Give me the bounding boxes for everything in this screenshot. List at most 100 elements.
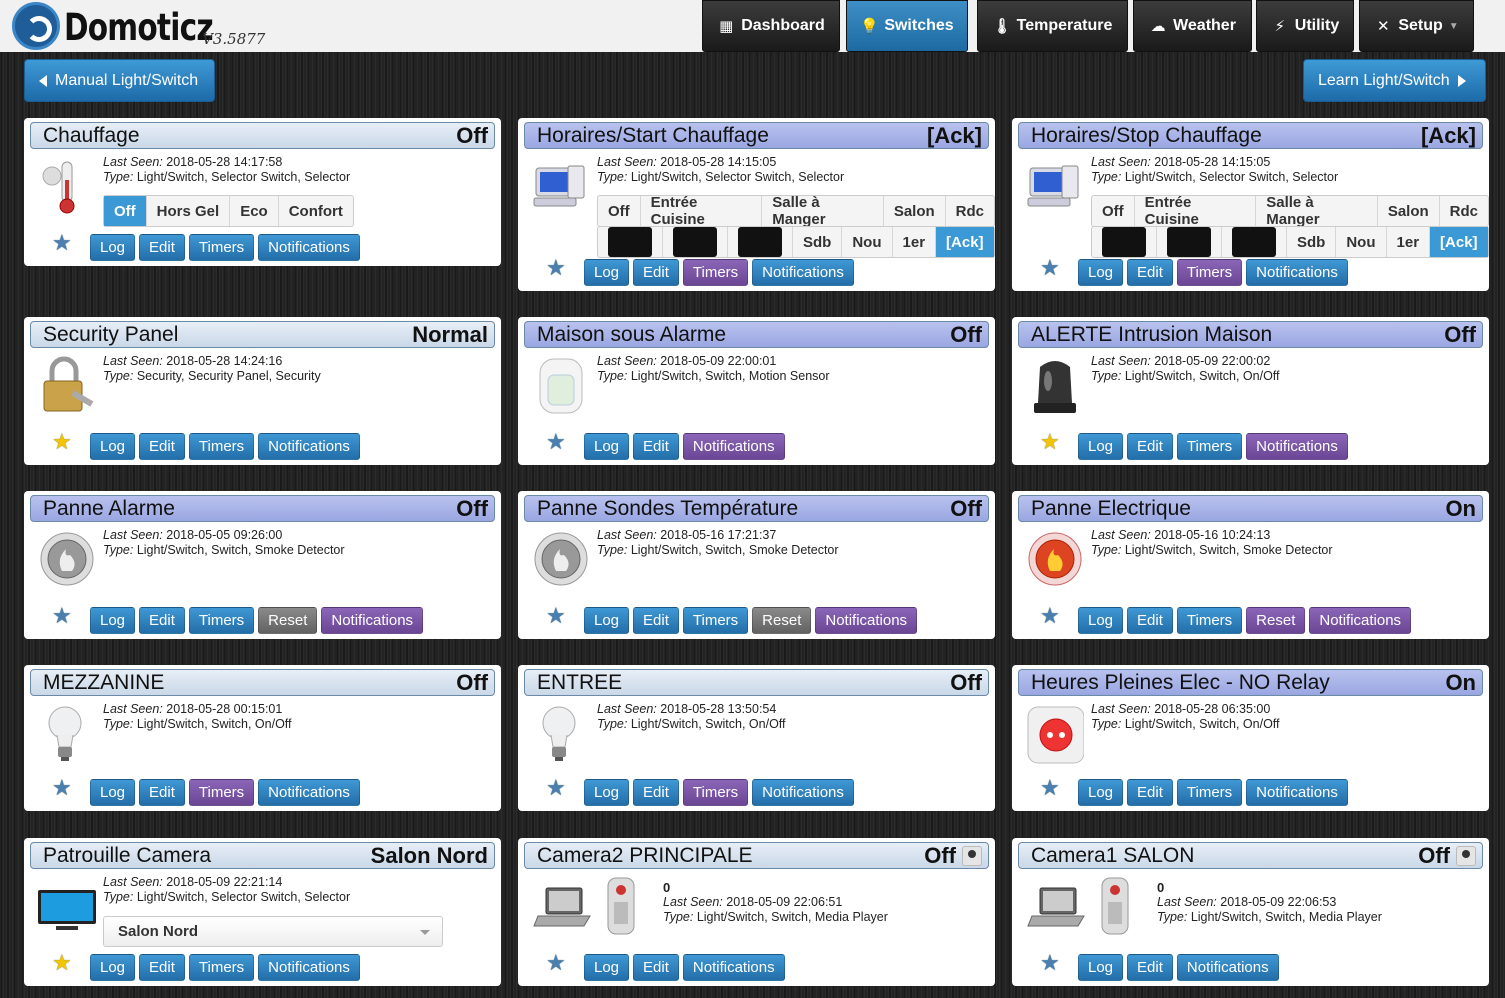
reset-button[interactable]: Reset — [258, 607, 318, 634]
notifications-button[interactable]: Notifications — [258, 779, 360, 806]
favorite-star-icon[interactable]: ★ — [52, 429, 72, 455]
favorite-star-icon[interactable]: ★ — [546, 950, 566, 976]
edit-button[interactable]: Edit — [139, 433, 185, 460]
camera-icon[interactable] — [962, 845, 982, 866]
timers-button[interactable]: Timers — [188, 234, 255, 261]
selector-option[interactable]: Eco — [230, 196, 279, 226]
smoke-detector-on-icon[interactable] — [1026, 529, 1084, 591]
selector-option[interactable]: Salon — [1378, 196, 1440, 226]
nav-weather[interactable]: ☁ Weather — [1133, 0, 1252, 52]
favorite-star-icon[interactable]: ★ — [1040, 429, 1060, 455]
lightbulb-icon[interactable] — [38, 703, 96, 765]
log-button[interactable]: Log — [90, 779, 136, 806]
log-button[interactable]: Log — [584, 607, 630, 634]
notifications-button[interactable]: Notifications — [1246, 433, 1348, 460]
device-status[interactable]: Off — [924, 843, 956, 869]
selector-option[interactable]: Off — [104, 196, 147, 226]
nav-temperature[interactable]: 🌡 Temperature — [977, 0, 1128, 52]
selector-option[interactable]: 1er — [1387, 227, 1431, 257]
timers-button[interactable]: Timers — [188, 779, 255, 806]
log-button[interactable]: Log — [584, 433, 630, 460]
edit-button[interactable]: Edit — [1127, 433, 1173, 460]
device-status[interactable]: On — [1445, 496, 1476, 522]
selector-option[interactable]: Nou — [1336, 227, 1387, 257]
selector-option[interactable]: Salon — [884, 196, 946, 226]
edit-button[interactable]: Edit — [633, 259, 679, 286]
notifications-button[interactable]: Notifications — [1309, 607, 1412, 634]
notifications-button[interactable]: Notifications — [1176, 954, 1279, 981]
smoke-detector-icon[interactable] — [38, 529, 96, 591]
device-status[interactable]: Off — [950, 670, 982, 696]
edit-button[interactable]: Edit — [1127, 954, 1173, 981]
edit-button[interactable]: Edit — [139, 954, 185, 981]
notifications-button[interactable]: Notifications — [815, 607, 918, 634]
favorite-star-icon[interactable]: ★ — [546, 429, 566, 455]
selector-option[interactable]: Off — [598, 196, 641, 226]
selector-option[interactable]: Entrée Cuisine — [641, 194, 763, 228]
edit-button[interactable]: Edit — [633, 954, 679, 981]
notifications-button[interactable]: Notifications — [752, 779, 854, 806]
device-status[interactable]: Off — [456, 123, 488, 149]
selector-option[interactable]: Nou — [842, 227, 893, 257]
device-status[interactable]: Off — [456, 496, 488, 522]
favorite-star-icon[interactable]: ★ — [52, 603, 72, 629]
edit-button[interactable]: Edit — [139, 607, 185, 634]
computer-icon[interactable] — [1026, 156, 1084, 218]
notifications-button[interactable]: Notifications — [682, 433, 785, 460]
timers-button[interactable]: Timers — [682, 779, 749, 806]
computer-icon[interactable] — [532, 156, 590, 218]
selector-option[interactable]: Entrée Cuisine — [1135, 194, 1257, 228]
log-button[interactable]: Log — [1078, 607, 1124, 634]
edit-button[interactable]: Edit — [1127, 259, 1173, 286]
edit-button[interactable]: Edit — [633, 779, 679, 806]
timers-button[interactable]: Timers — [188, 607, 255, 634]
power-outlet-icon[interactable] — [1026, 703, 1085, 765]
notifications-button[interactable]: Notifications — [321, 607, 424, 634]
notifications-button[interactable]: Notifications — [1246, 259, 1348, 286]
selector-option[interactable]: Sdb — [793, 227, 843, 257]
device-status[interactable]: Off — [1444, 322, 1476, 348]
learn-light-switch-button[interactable]: Learn Light/Switch — [1303, 59, 1486, 102]
timers-button[interactable]: Timers — [682, 607, 749, 634]
selector-option[interactable]: Sdb — [1287, 227, 1337, 257]
reset-button[interactable]: Reset — [1246, 607, 1306, 634]
thermometer-icon[interactable] — [38, 156, 96, 218]
selector-option[interactable]: Salle à Manger — [762, 194, 884, 228]
edit-button[interactable]: Edit — [139, 779, 185, 806]
nav-dashboard[interactable]: ▦ Dashboard — [702, 0, 840, 52]
timers-button[interactable]: Timers — [188, 954, 255, 981]
redacted-option[interactable] — [1092, 227, 1157, 257]
selector-option[interactable]: [Ack] — [936, 227, 994, 257]
selector-option[interactable]: Confort — [279, 196, 353, 226]
timers-button[interactable]: Timers — [1176, 779, 1243, 806]
selector-dropdown[interactable]: Salon Nord — [103, 916, 443, 947]
notifications-button[interactable]: Notifications — [752, 259, 854, 286]
log-button[interactable]: Log — [90, 234, 136, 261]
device-status[interactable]: On — [1445, 670, 1476, 696]
timers-button[interactable]: Timers — [1176, 433, 1243, 460]
edit-button[interactable]: Edit — [1127, 607, 1173, 634]
redacted-option[interactable] — [663, 227, 728, 257]
favorite-star-icon[interactable]: ★ — [52, 950, 72, 976]
selector-option[interactable]: 1er — [893, 227, 937, 257]
lightbulb-icon[interactable] — [532, 703, 590, 765]
edit-button[interactable]: Edit — [633, 607, 679, 634]
camera-icon[interactable] — [1456, 845, 1476, 866]
log-button[interactable]: Log — [1078, 259, 1124, 286]
manual-light-switch-button[interactable]: Manual Light/Switch — [24, 59, 215, 102]
device-status[interactable]: Off — [1418, 843, 1450, 869]
nav-utility[interactable]: ⚡ Utility — [1256, 0, 1354, 52]
favorite-star-icon[interactable]: ★ — [1040, 603, 1060, 629]
selector-option[interactable]: Salle à Manger — [1256, 194, 1378, 228]
monitor-icon[interactable] — [38, 876, 96, 938]
redacted-option[interactable] — [728, 227, 793, 257]
laptop-remote-icon[interactable] — [532, 876, 662, 938]
log-button[interactable]: Log — [584, 779, 630, 806]
device-status[interactable]: Off — [950, 322, 982, 348]
redacted-option[interactable] — [1157, 227, 1222, 257]
notifications-button[interactable]: Notifications — [258, 954, 360, 981]
favorite-star-icon[interactable]: ★ — [546, 255, 566, 281]
log-button[interactable]: Log — [1078, 954, 1124, 981]
log-button[interactable]: Log — [1078, 433, 1124, 460]
log-button[interactable]: Log — [1078, 779, 1124, 806]
